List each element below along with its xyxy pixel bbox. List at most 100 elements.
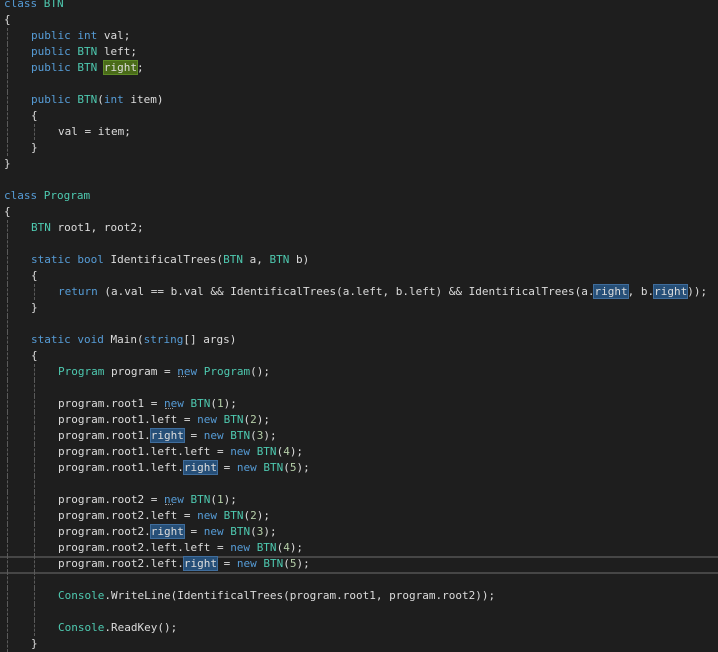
code-text: program.root2.right = new BTN(3); (58, 524, 277, 540)
code-line[interactable]: class BTN (0, 0, 718, 12)
indent-guide (7, 476, 8, 492)
code-line[interactable] (0, 76, 718, 92)
type-token: BTN (230, 429, 251, 442)
type-token: BTN (256, 445, 277, 458)
code-line[interactable] (0, 604, 718, 620)
identifier-token: program.root1. (58, 429, 151, 442)
code-line[interactable]: public BTN(int item) (0, 92, 718, 108)
code-line[interactable]: Console.ReadKey(); (0, 620, 718, 636)
code-text: { (31, 348, 38, 364)
identifier-token: program.root2 = (58, 493, 164, 506)
indent-guide (7, 348, 8, 364)
identifier-token: a, (242, 253, 270, 266)
identifier-token: program = (104, 365, 178, 378)
indent-guide (7, 220, 8, 236)
identifier-token: { (31, 269, 38, 282)
identifier-token: )); (687, 285, 708, 298)
code-line[interactable] (0, 572, 718, 588)
code-line[interactable]: public BTN right; (0, 60, 718, 76)
indent-guide (7, 124, 8, 140)
type-token: BTN (77, 61, 98, 74)
type-token: Program (203, 365, 251, 378)
identifier-token: { (4, 13, 11, 26)
code-line[interactable] (0, 236, 718, 252)
identifier-token: program.root1.left = (58, 413, 198, 426)
identifier-token: .WriteLine(IdentificalTrees(program.root… (104, 589, 496, 602)
code-line[interactable]: class Program (0, 188, 718, 204)
code-line[interactable]: val = item; (0, 124, 718, 140)
keyword-token: new (203, 429, 224, 442)
keyword-token: public (31, 45, 71, 58)
code-line[interactable]: { (0, 108, 718, 124)
code-line[interactable] (0, 316, 718, 332)
code-line[interactable]: } (0, 636, 718, 652)
keyword-token-suggestion: new (177, 365, 198, 378)
type-token: BTN (190, 397, 211, 410)
indent-guide (7, 92, 8, 108)
code-line[interactable]: Console.WriteLine(IdentificalTrees(progr… (0, 588, 718, 604)
type-token: Program (58, 365, 105, 378)
identifier-token: (a.val == b.val && IdentificalTrees(a.le… (97, 285, 595, 298)
code-line[interactable]: program.root1.left.right = new BTN(5); (0, 460, 718, 476)
code-text: Program program = new Program(); (58, 364, 270, 380)
code-line[interactable]: return (a.val == b.val && IdentificalTre… (0, 284, 718, 300)
keyword-token: new (230, 541, 251, 554)
code-line[interactable]: BTN root1, root2; (0, 220, 718, 236)
indent-guide (7, 44, 8, 60)
identifier-token: root1, root2; (50, 221, 144, 234)
identifier-token: program.root1.left.left = (58, 445, 231, 458)
indent-guide (34, 444, 35, 460)
identifier-token: Main( (103, 333, 144, 346)
code-line[interactable]: program.root2.left = new BTN(2); (0, 508, 718, 524)
identifier-token: ( (97, 93, 104, 106)
indent-guide (34, 476, 35, 492)
type-token: BTN (256, 541, 277, 554)
code-line[interactable]: { (0, 12, 718, 28)
code-editor[interactable]: class BTN{public int val; public BTN left… (0, 0, 718, 652)
code-line[interactable]: { (0, 348, 718, 364)
code-line[interactable]: program.root2.right = new BTN(3); (0, 524, 718, 540)
identifier-token: = (216, 461, 237, 474)
highlighted-symbol-reference: right (182, 556, 218, 571)
number-token: 4 (283, 445, 290, 458)
current-code-line[interactable]: program.root2.left.right = new BTN(5); (0, 556, 718, 574)
code-line[interactable] (0, 380, 718, 396)
identifier-token (97, 61, 104, 74)
number-token: 2 (250, 413, 257, 426)
code-line[interactable] (0, 476, 718, 492)
code-line[interactable]: static bool IdentificalTrees(BTN a, BTN … (0, 252, 718, 268)
code-text: class BTN (4, 0, 64, 12)
code-line[interactable]: program.root2.left.left = new BTN(4); (0, 540, 718, 556)
code-line[interactable]: program.root1.right = new BTN(3); (0, 428, 718, 444)
indent-guide (7, 108, 8, 124)
code-line[interactable]: Program program = new Program(); (0, 364, 718, 380)
code-text: static bool IdentificalTrees(BTN a, BTN … (31, 252, 309, 268)
code-line[interactable] (0, 172, 718, 188)
indent-guide (7, 636, 8, 652)
code-line[interactable]: } (0, 140, 718, 156)
indent-guide (7, 252, 8, 268)
code-line[interactable]: program.root2 = new BTN(1); (0, 492, 718, 508)
code-line[interactable]: program.root1.left = new BTN(2); (0, 412, 718, 428)
code-line[interactable]: { (0, 204, 718, 220)
code-line[interactable]: public int val; (0, 28, 718, 44)
code-line[interactable]: public BTN left; (0, 44, 718, 60)
keyword-token: new (203, 525, 224, 538)
type-token: BTN (223, 509, 244, 522)
code-line[interactable]: } (0, 156, 718, 172)
type-token: BTN (263, 557, 284, 570)
indent-guide (7, 508, 8, 524)
number-token: 1 (216, 397, 224, 410)
indent-guide (7, 332, 8, 348)
type-token: BTN (269, 253, 290, 266)
code-line[interactable]: program.root1.left.left = new BTN(4); (0, 444, 718, 460)
keyword-token: int (103, 93, 124, 106)
code-line[interactable]: } (0, 300, 718, 316)
indent-guide (34, 364, 35, 380)
highlighted-symbol-definition: right (102, 60, 139, 75)
indent-guide (7, 572, 8, 588)
code-text: program.root1.left.left = new BTN(4); (58, 444, 303, 460)
code-line[interactable]: program.root1 = new BTN(1); (0, 396, 718, 412)
code-line[interactable]: { (0, 268, 718, 284)
code-line[interactable]: static void Main(string[] args) (0, 332, 718, 348)
